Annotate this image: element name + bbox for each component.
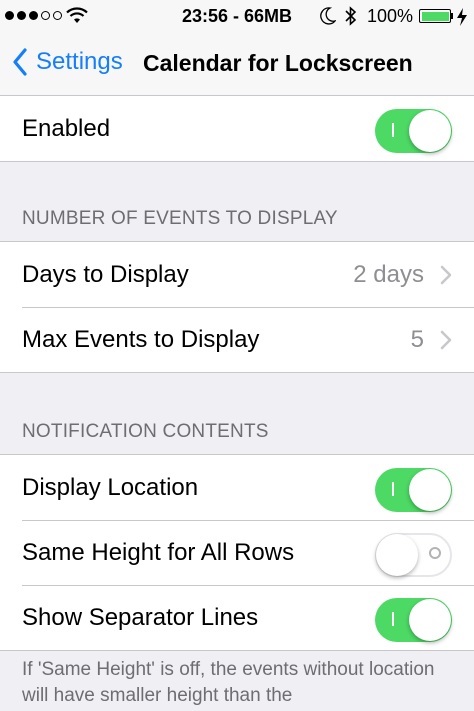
separator-lines-label: Show Separator Lines xyxy=(22,604,259,631)
same-height-row: Same Height for All Rows xyxy=(0,520,474,585)
separator-lines-toggle[interactable] xyxy=(375,598,452,642)
separator-lines-row: Show Separator Lines xyxy=(0,585,474,650)
enabled-toggle[interactable] xyxy=(375,109,452,153)
switch-knob xyxy=(409,469,451,511)
display-location-label: Display Location xyxy=(22,474,199,501)
enabled-label: Enabled xyxy=(22,115,111,142)
page-title: Calendar for Lockscreen xyxy=(143,50,413,76)
days-to-display-label: Days to Display xyxy=(22,261,189,288)
same-height-label: Same Height for All Rows xyxy=(22,539,295,566)
events-group: Days to Display 2 days Max Events to Dis… xyxy=(0,241,474,373)
same-height-toggle[interactable] xyxy=(375,533,452,577)
battery-percent: 100% xyxy=(367,6,414,26)
display-location-toggle[interactable] xyxy=(375,468,452,512)
switch-knob xyxy=(409,110,451,152)
switch-on-mark xyxy=(392,482,394,496)
bluetooth-icon xyxy=(345,6,357,26)
switch-on-mark xyxy=(392,612,394,626)
switch-on-mark xyxy=(392,123,394,137)
back-button[interactable]: Settings xyxy=(12,48,123,76)
switch-knob xyxy=(376,534,418,576)
chevron-left-icon xyxy=(13,48,27,76)
switch-off-mark xyxy=(429,547,441,559)
days-to-display-row[interactable]: Days to Display 2 days xyxy=(0,242,474,307)
navigation-bar: Settings Calendar for Lockscreen xyxy=(0,32,474,96)
notification-group: Display Location Same Height for All Row… xyxy=(0,454,474,651)
notification-footer-note: If 'Same Height' is off, the events with… xyxy=(22,659,435,706)
back-label: Settings xyxy=(36,48,123,75)
events-section-header: NUMBER OF EVENTS TO DISPLAY xyxy=(22,208,338,229)
chevron-right-icon xyxy=(440,330,452,350)
chevron-right-icon xyxy=(440,265,452,285)
max-events-row[interactable]: Max Events to Display 5 xyxy=(0,307,474,372)
bolt-icon xyxy=(457,8,467,26)
max-events-value: 5 xyxy=(410,326,424,353)
days-to-display-value: 2 days xyxy=(353,261,424,288)
enabled-group: Enabled xyxy=(0,95,474,162)
notification-section-header: NOTIFICATION CONTENTS xyxy=(22,421,269,442)
max-events-label: Max Events to Display xyxy=(22,326,260,353)
display-location-row: Display Location xyxy=(0,455,474,520)
moon-icon xyxy=(320,7,336,25)
enabled-row: Enabled xyxy=(0,96,474,161)
switch-knob xyxy=(409,599,451,641)
battery-tip xyxy=(451,13,453,19)
status-bar: 23:56 - 66MB 100% xyxy=(0,0,474,32)
battery-icon xyxy=(419,9,451,23)
